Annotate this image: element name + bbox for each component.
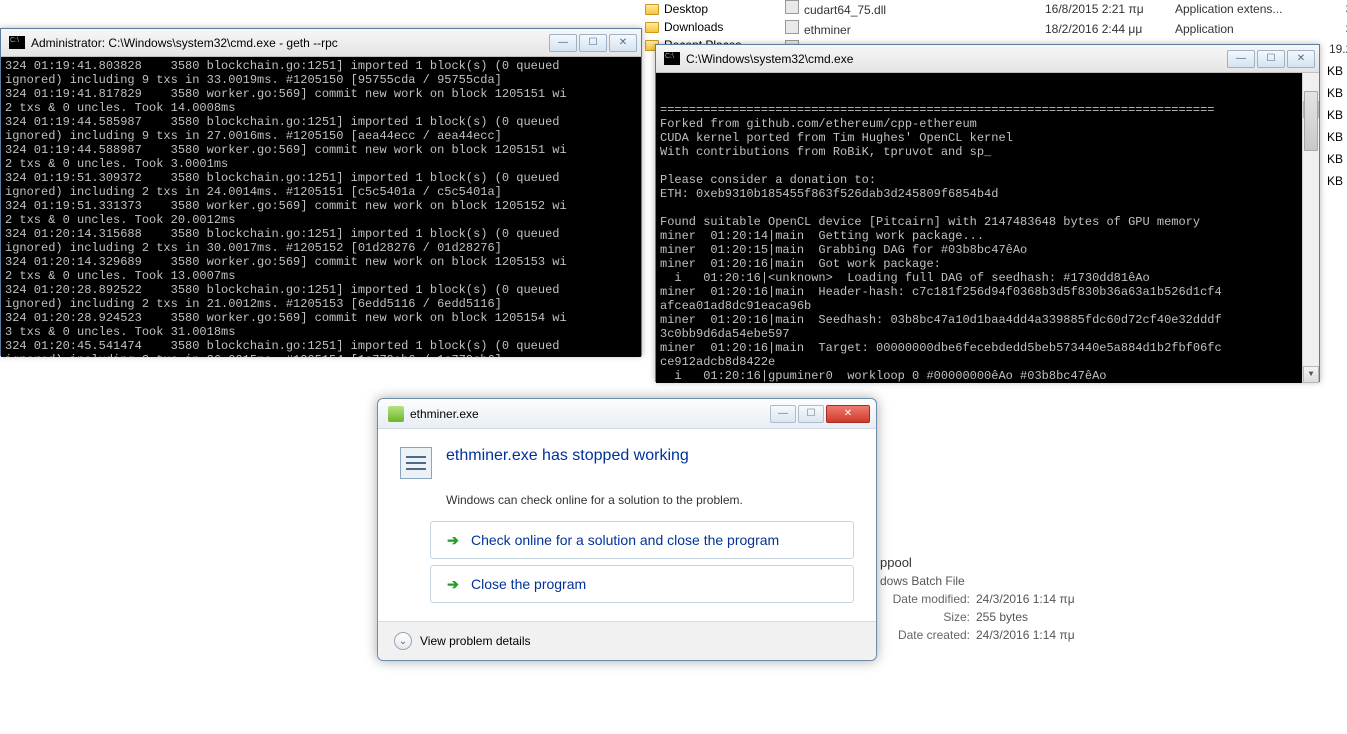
maximize-button[interactable]: ☐ — [579, 34, 607, 52]
window-title: C:\Windows\system32\cmd.exe — [686, 52, 853, 66]
console-window-geth: Administrator: C:\Windows\system32\cmd.e… — [0, 28, 642, 356]
close-button[interactable]: ✕ — [609, 34, 637, 52]
error-heading: ethminer.exe has stopped working — [446, 447, 689, 465]
dialog-title: ethminer.exe — [410, 407, 479, 421]
arrow-icon: ➔ — [445, 576, 461, 592]
dialog-titlebar[interactable]: ethminer.exe — ☐ ✕ — [378, 399, 876, 429]
file-row[interactable]: cudart64_75.dll 16/8/2015 2:21 πμ Applic… — [785, 0, 1347, 17]
file-row[interactable]: ethminer 18/2/2016 2:44 μμ Application 3… — [785, 20, 1347, 37]
sidebar-item-downloads[interactable]: Downloads — [625, 18, 741, 36]
details-filetype: dows Batch File — [880, 572, 1075, 590]
view-details-button[interactable]: ⌄ View problem details — [378, 621, 876, 660]
folder-icon — [645, 22, 659, 33]
close-button[interactable]: ✕ — [1287, 50, 1315, 68]
details-pane: ppool dows Batch File Date modified:24/3… — [880, 554, 1075, 644]
scroll-thumb[interactable] — [1304, 91, 1318, 151]
arrow-icon: ➔ — [445, 532, 461, 548]
details-filename: ppool — [880, 554, 1075, 572]
window-title: Administrator: C:\Windows\system32\cmd.e… — [31, 36, 338, 50]
console-output: ========================================… — [656, 73, 1319, 383]
scrollbar[interactable]: ▲ ▼ — [1302, 73, 1319, 383]
maximize-button[interactable]: ☐ — [798, 405, 824, 423]
cmd-icon — [664, 52, 680, 65]
console-window-cmd: C:\Windows\system32\cmd.exe — ☐ ✕ ======… — [655, 44, 1320, 382]
chevron-down-icon: ⌄ — [394, 632, 412, 650]
check-online-option[interactable]: ➔ Check online for a solution and close … — [430, 521, 854, 559]
cmd-icon — [9, 36, 25, 49]
error-dialog: ethminer.exe — ☐ ✕ ethminer.exe has stop… — [377, 398, 877, 661]
program-icon — [400, 447, 432, 479]
scroll-down-button[interactable]: ▼ — [1303, 366, 1319, 383]
close-program-option[interactable]: ➔ Close the program — [430, 565, 854, 603]
size-col-peek: KB KB KB KB KB KB — [1327, 60, 1343, 192]
minimize-button[interactable]: — — [549, 34, 577, 52]
titlebar[interactable]: Administrator: C:\Windows\system32\cmd.e… — [1, 29, 641, 57]
folder-icon — [645, 4, 659, 15]
close-button[interactable]: ✕ — [826, 405, 870, 423]
app-icon — [388, 406, 404, 422]
minimize-button[interactable]: — — [1227, 50, 1255, 68]
titlebar[interactable]: C:\Windows\system32\cmd.exe — ☐ ✕ — [656, 45, 1319, 73]
file-icon — [785, 0, 799, 14]
console-output: 324 01:19:41.803828 3580 blockchain.go:1… — [1, 57, 641, 357]
sidebar-item-desktop[interactable]: Desktop — [625, 0, 741, 18]
error-message: Windows can check online for a solution … — [446, 493, 854, 507]
minimize-button[interactable]: — — [770, 405, 796, 423]
maximize-button[interactable]: ☐ — [1257, 50, 1285, 68]
file-icon — [785, 20, 799, 34]
